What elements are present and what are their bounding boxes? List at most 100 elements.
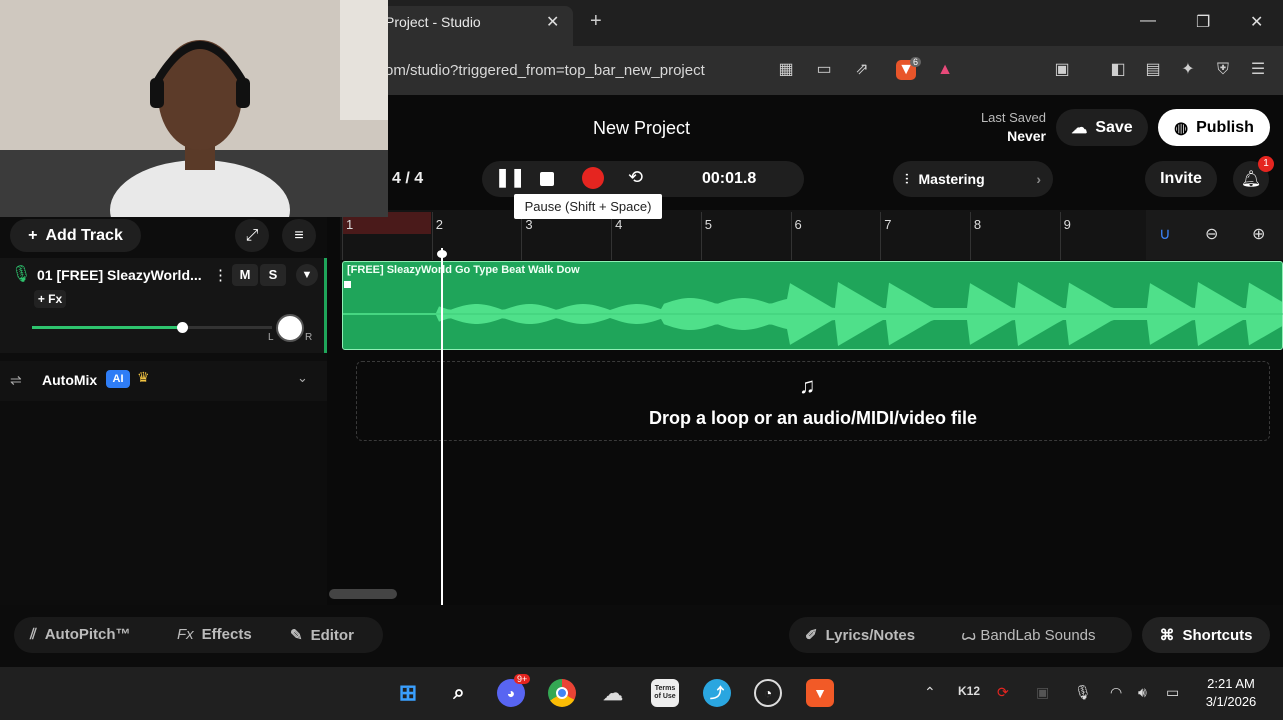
wallet-icon[interactable]: ▤ [1143,60,1163,80]
feather-icon: ✐ [805,627,818,644]
ruler-bar-number: 1 [346,217,354,232]
ruler-tick [880,212,882,260]
shields-count: 6 [910,57,922,67]
volume-slider-fill[interactable] [32,326,182,329]
add-track-button[interactable]: + Add Track [10,219,141,252]
webcam-person-image [0,0,388,217]
obs-icon[interactable]: ◔ [754,679,782,707]
stop-button[interactable] [540,172,554,186]
magnet-snap-icon[interactable]: ∪ [1159,224,1171,244]
clip-handle[interactable] [344,281,351,288]
reader-mode-icon[interactable]: ▣ [1052,60,1072,80]
clock-time[interactable]: 2:21 AM [1196,676,1266,691]
ruler-tick [1059,212,1061,260]
pause-button[interactable]: ❚❚ [495,167,525,191]
add-fx-button[interactable]: + Fx [34,290,66,308]
bandlab-sounds-button[interactable]: ꙍ BandLab Sounds [961,626,1096,645]
tab-title: Project - Studio [385,14,481,30]
leo-ai-icon[interactable]: ✦ [1178,60,1198,80]
microphone-tray-icon[interactable]: 🎙︎ [1074,684,1092,701]
clip-title: [FREE] SleazyWorld Go Type Beat Walk Dow [347,264,580,276]
minimize-icon[interactable]: — [1140,12,1156,30]
zoom-out-icon[interactable]: ⊖ [1205,224,1218,244]
mastering-button[interactable]: ⫶ Mastering › [893,161,1053,197]
automix-icon: ⇌ [10,372,22,388]
sync-icon[interactable]: ⟳ [997,684,1009,701]
cloud-app-icon[interactable]: ☁ [599,679,627,707]
shortcuts-button[interactable]: ⌘ Shortcuts [1142,617,1270,653]
invite-button[interactable]: Invite [1145,161,1217,197]
effects-label: Effects [201,626,252,643]
chevron-up-icon[interactable]: ⌃ [924,684,936,701]
chrome-icon[interactable] [548,679,576,707]
time-display: 00:01.8 [702,170,757,187]
vpn-icon[interactable]: ⛨ [1213,60,1233,80]
ruler-tick [342,212,343,260]
last-saved-value: Never [1007,128,1046,144]
pause-tooltip: Pause (Shift + Space) [514,194,662,219]
restore-icon[interactable]: ❐ [1196,12,1210,32]
editor-button[interactable]: ✎ Editor [290,626,354,645]
collapse-tracks-icon[interactable]: ≡ [282,219,316,252]
lyrics-notes-button[interactable]: ✐ Lyrics/Notes [805,626,915,645]
timeline-ruler[interactable] [340,210,1283,260]
track-name[interactable]: 01 [FREE] SleazyWorld... [37,267,202,283]
url-text[interactable]: om/studio?triggered_from=top_bar_new_pro… [385,62,705,79]
ruler-tick [431,212,433,260]
rewards-icon[interactable]: ▲ [935,60,955,80]
tray-app-icon[interactable]: ▣ [1036,684,1049,701]
track-options-icon[interactable]: ⋮ [213,266,228,284]
new-tab-icon[interactable]: + [590,10,602,33]
sidebar-icon[interactable]: ◧ [1108,60,1128,80]
playhead[interactable] [441,248,443,605]
publish-button[interactable]: ◍ Publish [1158,109,1270,146]
plus-icon: + [28,226,38,244]
last-saved-label: Last Saved [980,110,1046,125]
mute-button[interactable]: M [232,264,258,286]
menu-icon[interactable]: ☰ [1248,60,1268,80]
chevron-down-icon[interactable]: ⌄ [297,370,308,386]
volume-icon[interactable]: 🔊︎ [1138,684,1147,701]
volume-slider-track[interactable] [182,326,272,329]
share-icon[interactable]: ⇗ [852,60,872,80]
autopitch-button[interactable]: ⫽ AutoPitch™ [30,626,131,643]
loop-icon[interactable]: ⟲ [628,167,643,188]
tab-close-icon[interactable]: ✕ [546,12,559,32]
volume-slider-handle[interactable] [177,322,188,333]
window-close-icon[interactable]: ✕ [1250,12,1263,32]
fx-icon: Fx [177,626,194,643]
save-button[interactable]: ☁ Save [1056,109,1148,146]
automation-icon[interactable]: ⤢ [235,219,269,252]
battery-icon[interactable]: ▭ [1166,684,1179,701]
windows-start-icon[interactable]: ⊞ [394,679,422,707]
terms-of-use-icon[interactable]: Terms of Use [651,679,679,707]
solo-button[interactable]: S [260,264,286,286]
shortcuts-label: Shortcuts [1182,626,1253,644]
pan-knob[interactable] [276,314,304,342]
browser-app-icon[interactable]: ⤴ [703,679,731,707]
horizontal-scrollbar[interactable] [329,589,397,599]
chevron-right-icon: › [1036,171,1041,187]
record-button[interactable] [582,167,604,189]
add-track-label: Add Track [45,226,123,244]
search-icon[interactable]: ⌕ [445,679,473,707]
pause-icon: ❚❚ [495,167,526,187]
zoom-in-icon[interactable]: ⊕ [1252,224,1265,244]
automix-label: AutoMix [42,372,98,388]
media-block-icon[interactable]: ▦ [776,60,796,80]
microphone-icon: 🎙︎ [11,266,32,283]
brave-icon[interactable]: ▼ [806,679,834,707]
time-signature[interactable]: 4 / 4 [392,170,423,188]
ruler-bar-number: 5 [704,217,713,232]
globe-icon: ◍ [1174,119,1189,137]
effects-button[interactable]: Fx Effects [177,626,252,643]
cast-icon[interactable]: ▭ [814,60,834,80]
bandlab-icon: ꙍ [961,627,977,644]
k12-tray[interactable]: K12 [958,684,980,698]
chevron-down-icon[interactable]: ▼ [296,264,318,286]
cloud-upload-icon: ☁ [1071,119,1088,137]
wifi-icon[interactable]: ◠ [1110,684,1122,701]
playhead-handle[interactable] [437,250,447,258]
pan-right-label: R [305,332,313,343]
clock-date[interactable]: 3/1/2026 [1196,694,1266,709]
